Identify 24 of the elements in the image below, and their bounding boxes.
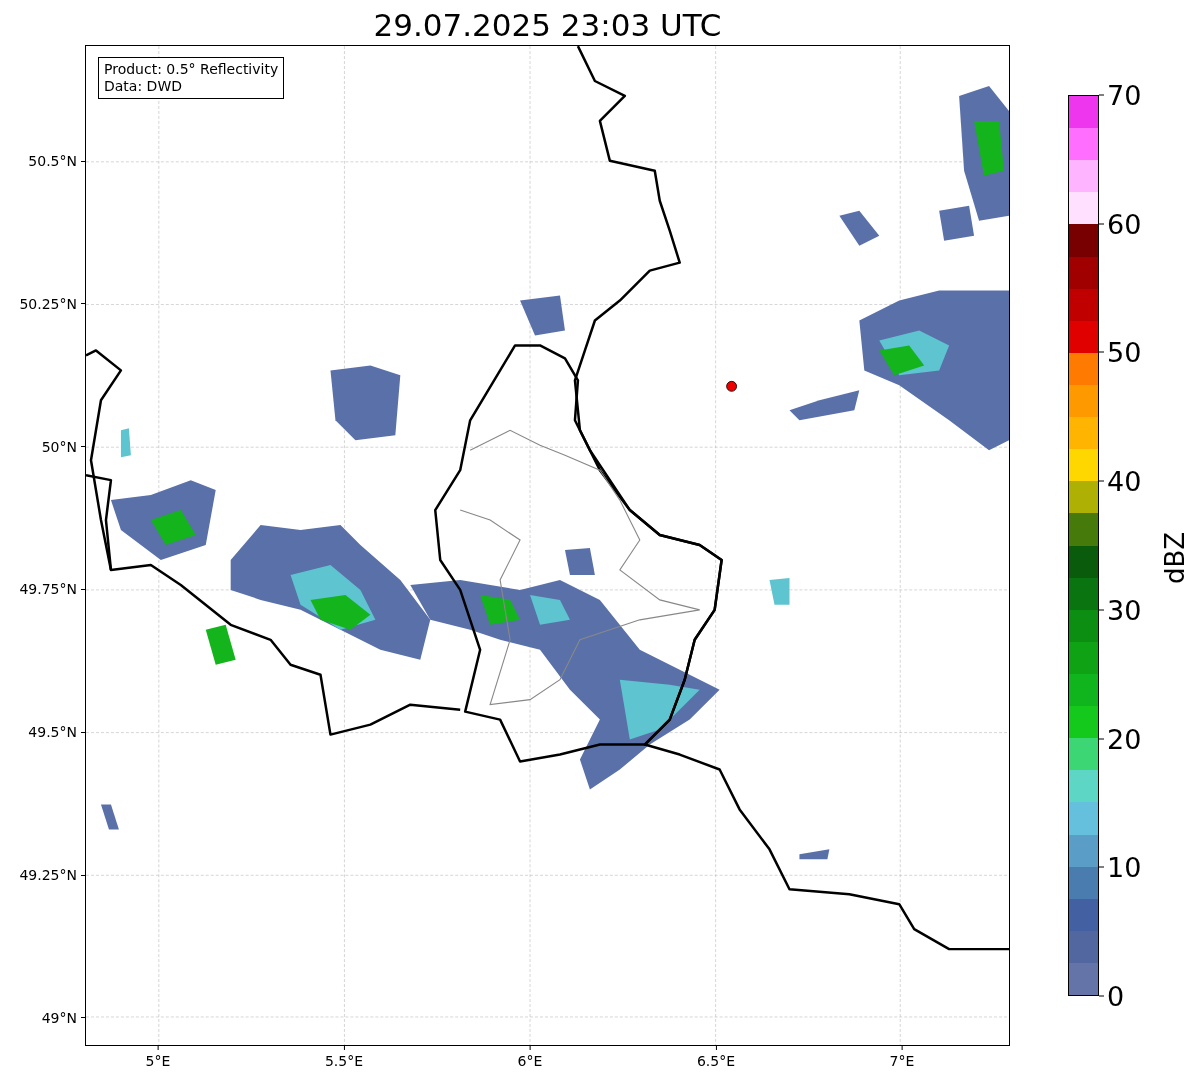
axis-tick-label: 7°E bbox=[889, 1053, 915, 1069]
axis-tick-label: 49°N bbox=[41, 1009, 77, 1026]
axis-tick-label: 49.75°N bbox=[19, 581, 77, 598]
info-text: Product: 0.5° Reflectivity bbox=[104, 61, 279, 78]
colorbar-tick-label: 20 bbox=[1107, 725, 1142, 753]
axis-tick-label: 6.5°E bbox=[696, 1053, 736, 1069]
axis-tick-label: 5°E bbox=[145, 1053, 171, 1069]
axis-tick-label: 50.25°N bbox=[19, 295, 77, 312]
axis-tick-label: 50.5°N bbox=[28, 153, 77, 169]
colorbar-tick-label: 30 bbox=[1107, 596, 1142, 624]
colorbar-tick-label: 60 bbox=[1107, 210, 1142, 238]
axis-tick-label: 49.25°N bbox=[19, 867, 77, 883]
colorbar-tick-label: 10 bbox=[1107, 853, 1142, 881]
axis-tick-label: 5.5°E bbox=[324, 1053, 364, 1069]
axis-tick-label: 49.5°N bbox=[28, 724, 77, 741]
colorbar-label: dBZ bbox=[1162, 531, 1188, 585]
chart-title: 29.07.2025 23:03 UTC bbox=[373, 10, 722, 45]
colorbar-tick-label: 50 bbox=[1107, 338, 1142, 366]
info-text: Data: DWD bbox=[104, 78, 183, 95]
colorbar-tick-label: 40 bbox=[1107, 467, 1142, 495]
axis-tick-label: 6°E bbox=[517, 1053, 543, 1069]
axis-tick-label: 50°N bbox=[41, 438, 77, 455]
colorbar-tick-label: 0 bbox=[1107, 982, 1125, 1010]
colorbar-tick-label: 70 bbox=[1107, 81, 1142, 109]
